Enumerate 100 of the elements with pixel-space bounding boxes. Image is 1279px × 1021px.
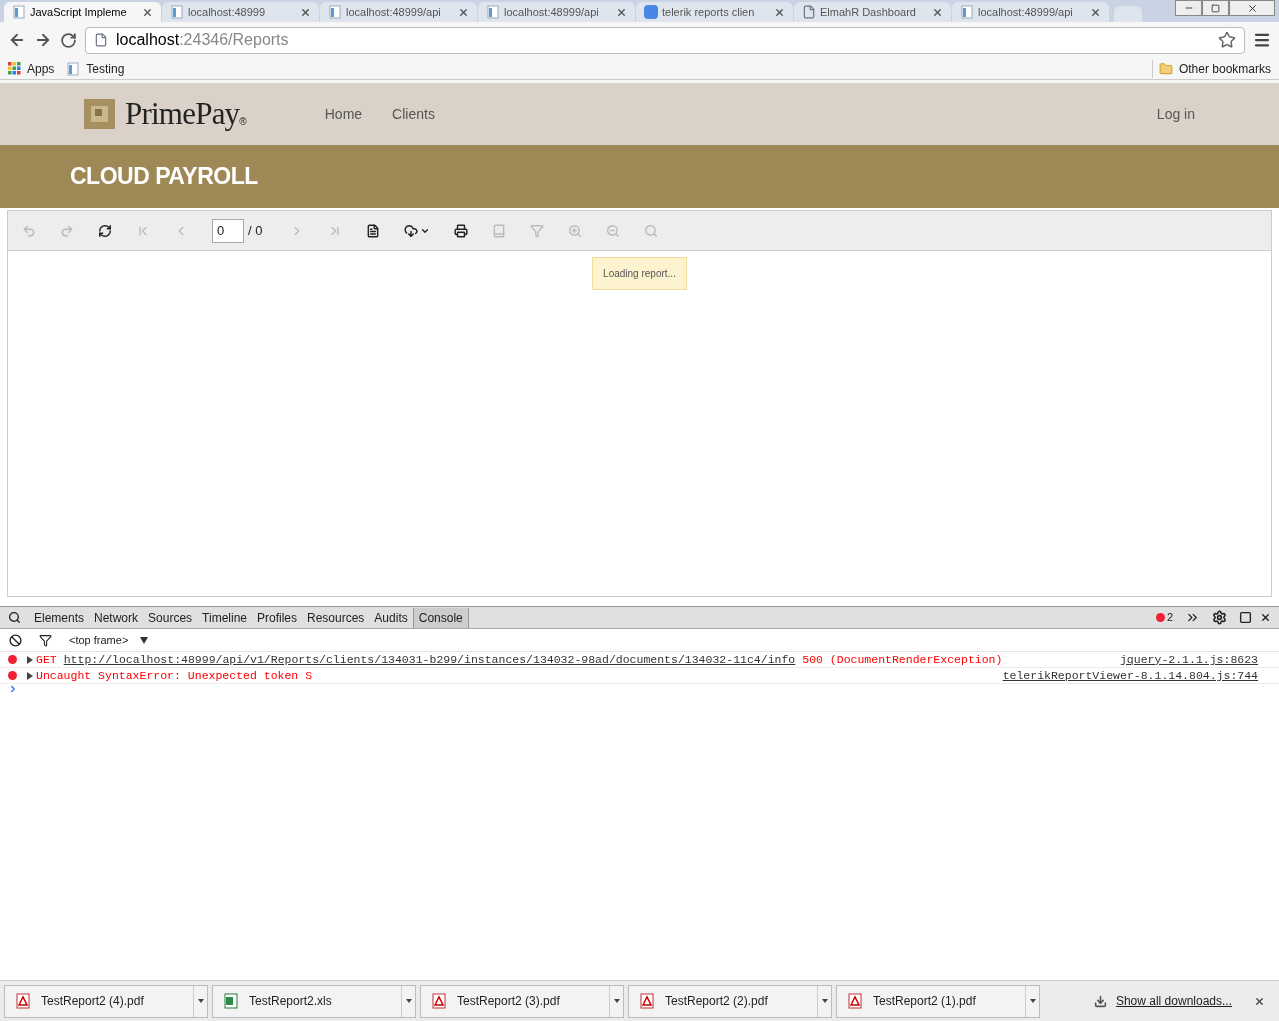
- devtools-tab[interactable]: Elements: [29, 607, 90, 628]
- error-icon: [1155, 613, 1165, 622]
- reload-icon[interactable]: [60, 31, 77, 49]
- pdf-file-icon: [432, 993, 446, 1009]
- clear-console-icon[interactable]: [9, 633, 22, 647]
- download-item[interactable]: TestReport2 (2).pdf: [628, 984, 832, 1018]
- pdf-file-icon: [640, 993, 654, 1009]
- devtools-tab[interactable]: Resources: [302, 607, 370, 628]
- download-item[interactable]: TestReport2.xls: [212, 984, 416, 1018]
- search-icon: [644, 223, 659, 238]
- file-name: TestReport2 (4).pdf: [41, 993, 145, 1010]
- close-icon[interactable]: [774, 6, 785, 18]
- browser-tab[interactable]: localhost:48999/api: [320, 2, 477, 22]
- bookmark-star-icon[interactable]: [1218, 31, 1236, 49]
- menu-icon[interactable]: [1253, 31, 1271, 49]
- login-link[interactable]: Log in: [1156, 103, 1195, 125]
- document-icon: [486, 5, 500, 19]
- bookmark-item[interactable]: Apps: [8, 59, 55, 78]
- browser-tab[interactable]: JavaScript Impleme: [4, 2, 161, 22]
- file-name: TestReport2 (3).pdf: [457, 993, 561, 1010]
- tab-title: ElmahR Dashboard: [820, 4, 917, 20]
- caret-icon[interactable]: [821, 999, 828, 1003]
- source-link[interactable]: jquery-2.1.1.js:8623: [1119, 650, 1258, 669]
- download-item[interactable]: TestReport2 (3).pdf: [420, 984, 624, 1018]
- page-total: / 0: [248, 221, 263, 240]
- page-number-field[interactable]: 0: [212, 218, 244, 243]
- book-icon: [492, 223, 507, 238]
- caret-icon[interactable]: [613, 999, 620, 1003]
- zoom-in-icon: [568, 223, 583, 238]
- minimize-button[interactable]: [1175, 0, 1202, 16]
- show-all-downloads-link[interactable]: Show all downloads...: [1115, 992, 1232, 1010]
- devtools-tab[interactable]: Network: [89, 607, 144, 628]
- banner-title: CLOUD PAYROLL: [70, 162, 258, 192]
- restore-button[interactable]: [1202, 0, 1229, 16]
- back-icon[interactable]: [8, 31, 26, 49]
- message-text: Uncaught SyntaxError: Unexpected token S: [36, 667, 313, 684]
- folder-icon: [1158, 61, 1173, 76]
- nav-link[interactable]: Clients: [392, 103, 435, 125]
- tab-title: localhost:48999: [188, 4, 267, 20]
- restore-icon: [1211, 3, 1220, 13]
- close-icon[interactable]: [458, 6, 469, 18]
- caret-icon[interactable]: [197, 999, 204, 1003]
- dock-icon[interactable]: [1239, 611, 1252, 624]
- source-link[interactable]: telerikReportViewer-8.1.14.804.js:744: [1002, 666, 1258, 685]
- print-icon: [454, 223, 469, 238]
- devtools-tab[interactable]: Profiles: [252, 607, 302, 628]
- settings-icon[interactable]: [1212, 610, 1227, 625]
- close-icon[interactable]: [1254, 995, 1265, 1007]
- url-text: localhost:24346/Reports: [116, 30, 290, 50]
- forward-icon[interactable]: [34, 31, 52, 49]
- close-icon[interactable]: [142, 6, 153, 18]
- close-icon[interactable]: [616, 6, 627, 18]
- caret-icon[interactable]: [1029, 999, 1036, 1003]
- close-icon[interactable]: [1260, 612, 1271, 623]
- nav-link[interactable]: Home: [324, 103, 363, 125]
- document-icon: [66, 61, 81, 76]
- request-url[interactable]: http://localhost:48999/api/v1/Reports/clients/134031-b299/instances/134032-98ad/documents/134032-11c4/info: [63, 650, 796, 669]
- devtools-tab[interactable]: Audits: [369, 607, 413, 628]
- browser-tab[interactable]: localhost:48999/api: [478, 2, 635, 22]
- redo-icon: [60, 223, 74, 238]
- browser-tab[interactable]: ElmahR Dashboard: [794, 2, 951, 22]
- apps-grid-icon: [8, 62, 21, 75]
- bookmark-item[interactable]: Testing: [66, 59, 125, 78]
- close-icon: [1246, 2, 1258, 14]
- close-icon[interactable]: [932, 6, 943, 18]
- tab-title: localhost:48999/api: [978, 4, 1074, 20]
- other-bookmarks[interactable]: Other bookmarks: [1151, 59, 1271, 78]
- close-button[interactable]: [1229, 0, 1275, 16]
- refresh-icon: [98, 223, 112, 238]
- document-icon: [960, 5, 974, 19]
- close-icon[interactable]: [1090, 6, 1101, 18]
- devtools-tab[interactable]: Console: [412, 607, 469, 628]
- search-icon[interactable]: [8, 611, 21, 624]
- tab-title: localhost:48999/api: [504, 4, 600, 20]
- browser-tab[interactable]: localhost:48999: [162, 2, 319, 22]
- browser-tab[interactable]: telerik reports clien: [636, 2, 793, 22]
- devtools-tab[interactable]: Timeline: [197, 607, 252, 628]
- frame-selector[interactable]: <top frame>: [69, 631, 149, 649]
- browser-tab[interactable]: localhost:48999/api: [952, 2, 1109, 22]
- download-item[interactable]: TestReport2 (4).pdf: [4, 984, 208, 1018]
- request-method: GET: [36, 651, 57, 668]
- document-icon: [170, 5, 184, 19]
- pdf-file-icon: [16, 993, 30, 1009]
- devtools-tab[interactable]: Sources: [143, 607, 198, 628]
- download-item[interactable]: TestReport2 (1).pdf: [836, 984, 1040, 1018]
- address-field[interactable]: localhost:24346/Reports: [85, 26, 1245, 54]
- logo-mark-icon: [84, 99, 115, 129]
- filter-icon: [530, 223, 545, 238]
- pdf-file-icon: [848, 993, 862, 1009]
- document-icon: [328, 5, 342, 19]
- message-text: 500 (DocumentRenderException): [802, 651, 1003, 668]
- caret-icon[interactable]: [405, 999, 412, 1003]
- tab-title: localhost:48999/api: [346, 4, 442, 20]
- google-icon: [644, 5, 658, 19]
- logo-text: PrimePay: [125, 94, 240, 133]
- filter-icon[interactable]: [39, 633, 52, 647]
- cloud-download-icon: [404, 223, 419, 238]
- error-counter[interactable]: 2: [1155, 609, 1173, 626]
- close-icon[interactable]: [300, 6, 311, 18]
- registered-mark: ®: [239, 116, 247, 127]
